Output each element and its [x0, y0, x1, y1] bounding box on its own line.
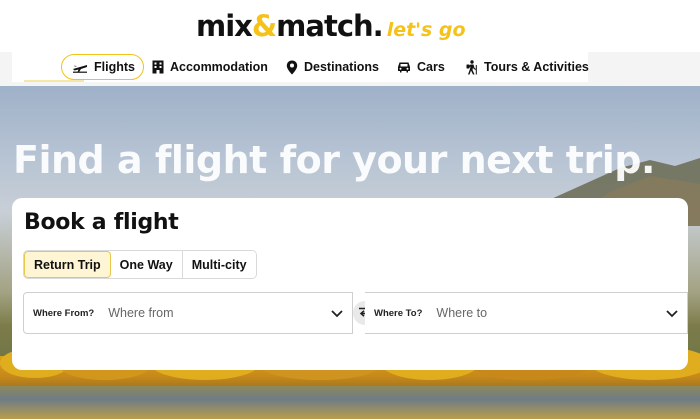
origin-label: Where From?: [33, 307, 95, 319]
destination-label: Where To?: [374, 307, 423, 319]
chevron-down-icon[interactable]: [330, 306, 344, 320]
logo-wordmark: mix&match.: [196, 9, 384, 43]
nav-label-flights: Flights: [94, 60, 135, 74]
nav-item-accommodation[interactable]: Accommodation: [152, 54, 268, 80]
nav-label-accommodation: Accommodation: [170, 60, 268, 74]
site-header: mix&match. let's go: [0, 0, 700, 52]
nav-item-cars[interactable]: Cars: [397, 54, 445, 80]
trip-tab-return[interactable]: Return Trip: [24, 251, 111, 278]
nav-label-destinations: Destinations: [304, 60, 380, 74]
destination-field[interactable]: Where To?: [365, 292, 688, 334]
nav-item-tours-activities[interactable]: Tours & Activities: [465, 54, 589, 80]
map-pin-icon: [286, 60, 298, 75]
logo-tagline: let's go: [386, 19, 466, 41]
trip-tab-multi-city[interactable]: Multi-city: [182, 251, 256, 278]
nav-item-flights[interactable]: Flights: [61, 54, 144, 80]
hiker-icon: [465, 59, 478, 75]
hero-heading: Find a flight for your next trip.: [13, 138, 655, 182]
nav-label-tours-activities: Tours & Activities: [484, 60, 589, 74]
building-icon: [152, 60, 164, 74]
plane-icon: [72, 61, 88, 73]
brand-logo[interactable]: mix&match. let's go: [196, 6, 466, 46]
lake-water: [0, 386, 700, 419]
origin-field[interactable]: Where From?: [23, 292, 353, 334]
car-icon: [397, 61, 411, 73]
main-nav: Flights Accommodation Destinations Cars …: [0, 52, 700, 86]
trip-tab-one-way[interactable]: One Way: [110, 251, 183, 278]
nav-label-cars: Cars: [417, 60, 445, 74]
chevron-down-icon[interactable]: [665, 306, 679, 320]
destination-input[interactable]: [436, 306, 637, 320]
trip-type-selector: Return Trip One Way Multi-city: [23, 250, 257, 279]
nav-item-destinations[interactable]: Destinations: [286, 54, 379, 80]
booking-title: Book a flight: [24, 210, 179, 235]
booking-card: Book a flight Return Trip One Way Multi-…: [12, 198, 688, 370]
origin-input[interactable]: [108, 306, 309, 320]
